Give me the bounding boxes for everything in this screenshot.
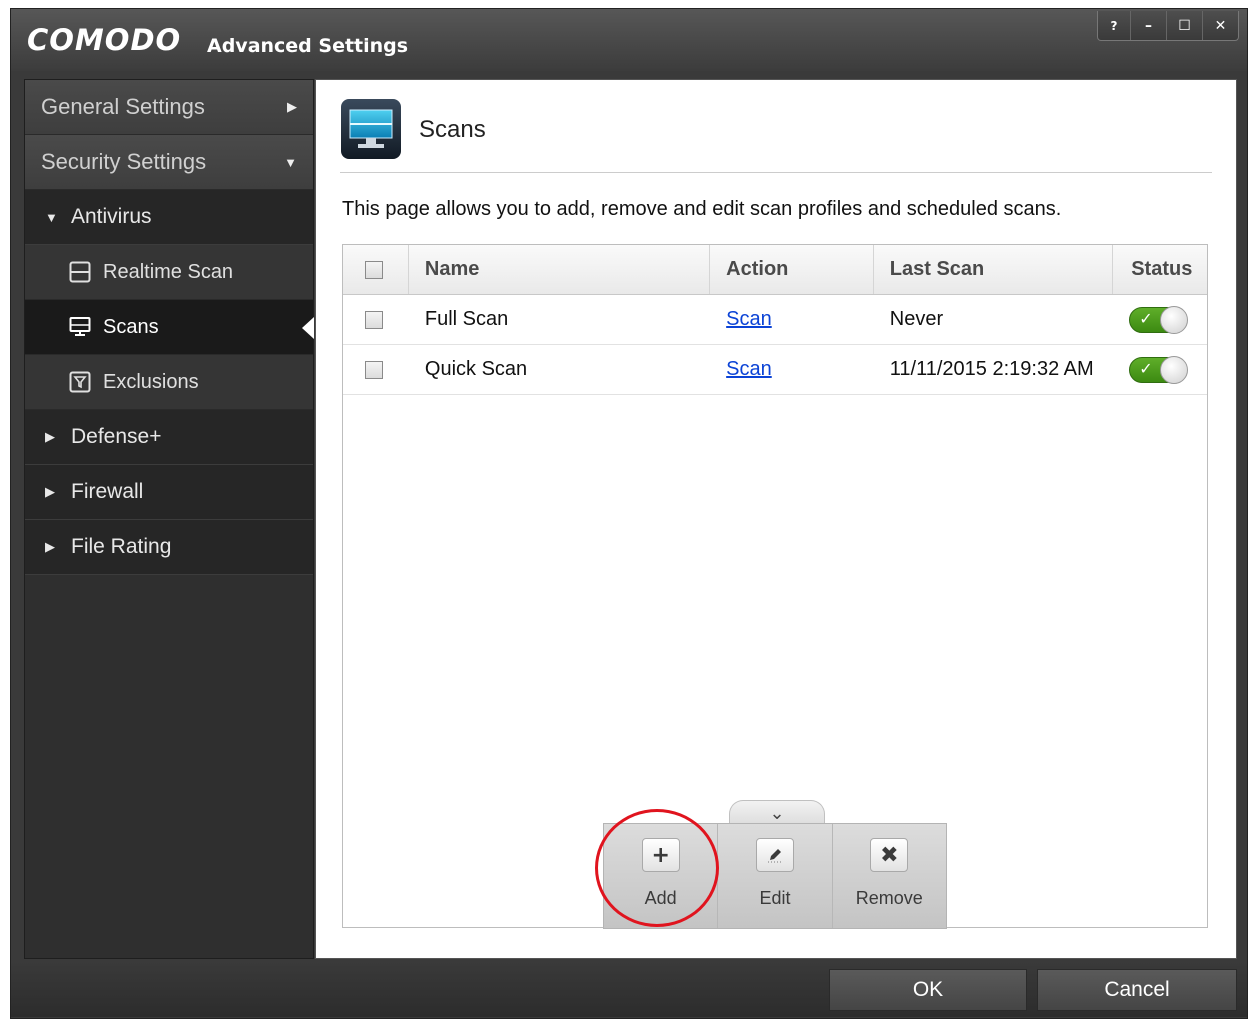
page-description: This page allows you to add, remove and … [342, 198, 1062, 220]
maximize-button[interactable]: ☐ [1166, 11, 1202, 40]
filter-icon [69, 371, 91, 393]
window-title: Advanced Settings [207, 35, 409, 57]
monitor-icon [69, 317, 91, 336]
last-scan-value: Never [889, 308, 944, 330]
status-toggle[interactable]: ✓ [1129, 305, 1189, 334]
row-checkbox-cell [343, 345, 409, 394]
row-checkbox[interactable] [365, 360, 383, 379]
sidebar-item-file-rating[interactable]: ▶ File Rating [25, 520, 313, 575]
edit-button[interactable]: Edit [718, 824, 833, 928]
check-icon: ✓ [1139, 358, 1153, 378]
minimize-button[interactable]: – [1130, 11, 1166, 40]
sidebar-item-label: Exclusions [103, 370, 199, 393]
sidebar-item-label: Antivirus [71, 205, 152, 228]
expand-right-icon: ▶ [45, 539, 55, 554]
sidebar-item-security-settings[interactable]: Security Settings ▼ [25, 135, 313, 190]
toggle-knob [1160, 305, 1189, 334]
scan-link[interactable]: Scan [726, 358, 772, 381]
expand-right-icon: ▶ [45, 429, 55, 444]
column-header-name[interactable]: Name [409, 245, 711, 294]
sidebar-item-label: Realtime Scan [103, 260, 234, 283]
column-header-status[interactable]: Status [1113, 245, 1207, 294]
close-icon: ✖ [870, 838, 909, 872]
table-row[interactable]: Quick Scan Scan 11/11/2015 2:19:32 AM ✓ [343, 345, 1207, 395]
sidebar-item-scans[interactable]: Scans [25, 300, 314, 355]
advanced-settings-window: COMODO Advanced Settings ? – ☐ ✕ General… [10, 8, 1248, 1019]
select-all-checkbox[interactable] [365, 260, 383, 279]
column-header-last-scan[interactable]: Last Scan [874, 245, 1114, 294]
cancel-button[interactable]: Cancel [1037, 969, 1237, 1011]
page-title: Scans [419, 116, 486, 143]
table-header: Name Action Last Scan Status [343, 245, 1207, 295]
title-bar: COMODO Advanced Settings ? – ☐ ✕ [11, 9, 1247, 71]
edit-label: Edit [759, 888, 791, 908]
sidebar-item-label: General Settings [41, 94, 205, 119]
column-header-action[interactable]: Action [710, 245, 874, 294]
row-checkbox-cell [343, 295, 409, 344]
status-cell: ✓ [1113, 345, 1207, 394]
pencil-icon [755, 838, 794, 872]
action-cell: Scan [710, 295, 874, 344]
sidebar-item-firewall[interactable]: ▶ Firewall [25, 465, 313, 520]
close-button[interactable]: ✕ [1202, 11, 1238, 40]
scans-monitor-icon [341, 99, 401, 159]
comodo-logo: COMODO [27, 23, 182, 57]
chevron-down-icon: ⌄ [769, 803, 785, 823]
dialog-footer: OK Cancel [11, 961, 1247, 1017]
remove-button[interactable]: ✖ Remove [833, 824, 946, 928]
sidebar-item-label: File Rating [71, 535, 172, 558]
help-button[interactable]: ? [1098, 11, 1130, 40]
divider [340, 172, 1212, 173]
realtime-scan-icon [69, 261, 91, 283]
last-scan-value: 11/11/2015 2:19:32 AM [889, 358, 1094, 380]
sidebar-item-general-settings[interactable]: General Settings ▶ [25, 80, 313, 135]
sidebar-item-antivirus[interactable]: ▼ Antivirus [25, 190, 313, 245]
expand-down-icon: ▼ [45, 209, 58, 225]
scans-panel: Scans This page allows you to add, remov… [315, 79, 1237, 959]
scan-profiles-table: Name Action Last Scan Status Full Scan S… [342, 244, 1208, 929]
sidebar-item-label: Firewall [71, 480, 144, 503]
check-icon: ✓ [1139, 308, 1153, 328]
status-toggle[interactable]: ✓ [1129, 355, 1189, 384]
window-controls: ? – ☐ ✕ [1097, 11, 1239, 41]
action-cell: Scan [710, 345, 874, 394]
chevron-right-icon: ▶ [287, 99, 297, 114]
sidebar-item-label: Defense+ [71, 425, 162, 448]
ok-button[interactable]: OK [829, 969, 1027, 1011]
sidebar-item-label: Security Settings [41, 149, 207, 174]
scan-name: Full Scan [424, 308, 509, 330]
table-row[interactable]: Full Scan Scan Never ✓ [343, 295, 1207, 345]
sidebar: General Settings ▶ Security Settings ▼ ▼… [24, 79, 314, 959]
status-cell: ✓ [1113, 295, 1207, 344]
chevron-down-icon: ▼ [284, 154, 297, 170]
highlight-annotation [595, 809, 719, 927]
sidebar-item-realtime-scan[interactable]: Realtime Scan [25, 245, 313, 300]
toggle-knob [1160, 355, 1189, 384]
scan-link[interactable]: Scan [726, 308, 772, 331]
select-all-cell [343, 245, 409, 294]
sidebar-item-defense[interactable]: ▶ Defense+ [25, 410, 313, 465]
sidebar-item-exclusions[interactable]: Exclusions [25, 355, 313, 410]
sidebar-item-label: Scans [103, 315, 159, 338]
scan-name: Quick Scan [424, 358, 528, 380]
remove-label: Remove [855, 888, 923, 908]
row-checkbox[interactable] [365, 310, 383, 329]
expand-right-icon: ▶ [45, 484, 55, 499]
